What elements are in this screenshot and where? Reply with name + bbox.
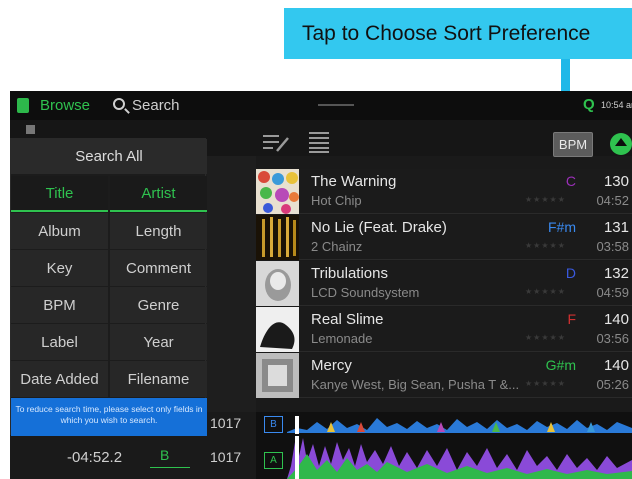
track-title: No Lie (Feat. Drake): [311, 219, 447, 236]
track-row[interactable]: Mercy Kanye West, Big Sean, Pusha T &...…: [256, 353, 632, 398]
track-artist: Kanye West, Big Sean, Pusha T &...: [311, 377, 520, 392]
waveform-b[interactable]: [287, 412, 632, 434]
library-icon[interactable]: [26, 125, 35, 134]
edit-list-icon[interactable]: [263, 133, 289, 153]
track-key: D: [565, 265, 576, 281]
album-art: [256, 169, 299, 214]
track-title: Tribulations: [311, 265, 388, 282]
deck-a-tag[interactable]: A: [264, 452, 283, 469]
browse-icon[interactable]: [17, 98, 29, 113]
deck-a-time: -04:52.2: [67, 449, 123, 466]
track-artist: LCD Soundsystem: [311, 285, 420, 300]
track-key: G#m: [545, 357, 576, 373]
search-hint: To reduce search time, please select onl…: [11, 398, 207, 436]
track-key: F: [567, 311, 576, 327]
track-bpm: 130: [603, 173, 629, 190]
track-length: 04:59: [596, 285, 629, 300]
track-row[interactable]: Tribulations LCD Soundsystem D ★★★★★ 132…: [256, 261, 632, 306]
queue-icon[interactable]: Q: [583, 96, 595, 113]
top-bar: Browse Search Q 10:54 am: [10, 91, 632, 120]
field-artist[interactable]: Artist: [110, 176, 207, 212]
search-icon[interactable]: [113, 98, 125, 110]
search-all-button[interactable]: Search All: [11, 139, 207, 174]
track-artist: Lemonade: [311, 331, 373, 346]
list-icon[interactable]: [309, 131, 329, 153]
field-label[interactable]: Label: [11, 324, 108, 360]
album-art: [256, 215, 299, 260]
track-length: 03:58: [596, 239, 629, 254]
album-art: [256, 307, 299, 352]
deck-a-bpm: 1017: [210, 449, 242, 465]
track-row[interactable]: The Warning Hot Chip C ★★★★★ 130 04:52: [256, 169, 632, 214]
album-art: [256, 261, 299, 306]
track-title: The Warning: [311, 173, 397, 190]
sort-direction-icon[interactable]: [610, 133, 632, 155]
track-key: C: [565, 173, 576, 189]
field-length[interactable]: Length: [110, 213, 207, 249]
track-artist: 2 Chainz: [311, 239, 363, 254]
field-genre[interactable]: Genre: [110, 287, 207, 323]
track-length: 04:52: [596, 193, 629, 208]
track-bpm: 140: [603, 311, 629, 328]
track-title: Real Slime: [311, 311, 384, 328]
field-title[interactable]: Title: [11, 176, 108, 212]
waveform-deck[interactable]: B A: [256, 412, 632, 479]
field-year[interactable]: Year: [110, 324, 207, 360]
deck-b-tag[interactable]: B: [264, 416, 283, 433]
sort-callout: Tap to Choose Sort Preference: [284, 8, 632, 59]
field-bpm[interactable]: BPM: [11, 287, 108, 323]
device-screen: Browse Search Q 10:54 am BPM › › › › ›: [10, 91, 632, 479]
track-rating[interactable]: ★★★★★: [525, 287, 566, 296]
crate-list-behind: › › › › ›: [206, 156, 432, 412]
track-list: The Warning Hot Chip C ★★★★★ 130 04:52 N…: [256, 169, 632, 399]
track-length: 05:26: [596, 377, 629, 392]
sort-bpm-button[interactable]: BPM: [553, 132, 593, 157]
deck-a-label: B: [160, 447, 170, 463]
deck-b-bpm: 1017: [210, 415, 242, 431]
track-row[interactable]: Real Slime Lemonade F ★★★★★ 140 03:56: [256, 307, 632, 352]
track-artist: Hot Chip: [311, 193, 362, 208]
track-bpm: 131: [603, 219, 629, 236]
track-bpm: 140: [603, 357, 629, 374]
field-filename[interactable]: Filename: [110, 361, 207, 397]
deck-a-underline: [150, 467, 190, 468]
search-fields-popup: Search All Title Artist Album Length Key…: [10, 138, 207, 436]
field-album[interactable]: Album: [11, 213, 108, 249]
track-key: F#m: [548, 219, 576, 235]
track-bpm: 132: [603, 265, 629, 282]
album-art: [256, 353, 299, 398]
track-rating[interactable]: ★★★★★: [525, 241, 566, 250]
clock: 10:54 am: [601, 100, 632, 110]
field-comment[interactable]: Comment: [110, 250, 207, 286]
pull-handle[interactable]: [318, 104, 354, 106]
track-title: Mercy: [311, 357, 352, 374]
track-rating[interactable]: ★★★★★: [525, 195, 566, 204]
field-key[interactable]: Key: [11, 250, 108, 286]
track-rating[interactable]: ★★★★★: [525, 379, 566, 388]
search-tab[interactable]: Search: [132, 97, 180, 114]
callout-text: Tap to Choose Sort Preference: [302, 21, 591, 45]
track-row[interactable]: No Lie (Feat. Drake) 2 Chainz F#m ★★★★★ …: [256, 215, 632, 260]
waveform-a[interactable]: [287, 436, 632, 479]
track-rating[interactable]: ★★★★★: [525, 333, 566, 342]
track-length: 03:56: [596, 331, 629, 346]
browse-tab[interactable]: Browse: [40, 97, 90, 114]
field-date-added[interactable]: Date Added: [11, 361, 108, 397]
